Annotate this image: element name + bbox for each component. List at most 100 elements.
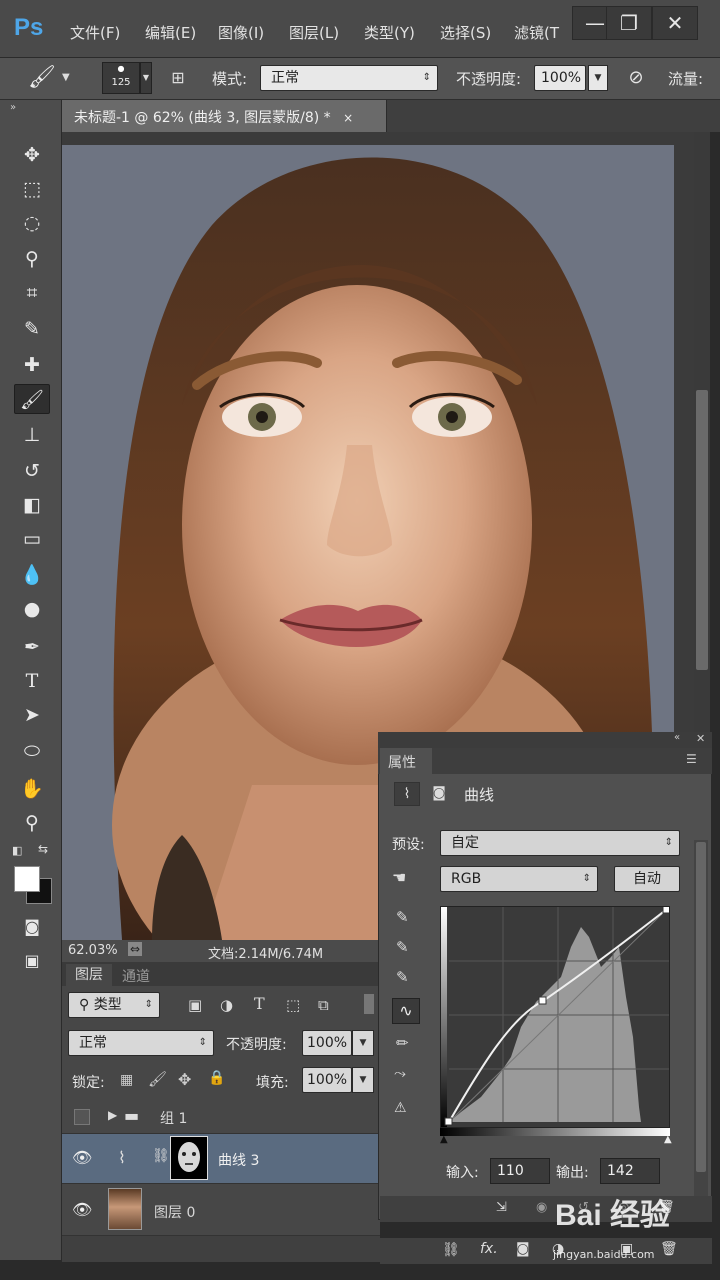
eraser-tool-icon[interactable]: ◧ [14, 490, 50, 520]
menu-type[interactable]: 类型(Y) [364, 22, 415, 43]
layer-row-curves[interactable]: 👁 ⌇ ⛓ 曲线 3 [62, 1134, 380, 1184]
brush-panel-toggle-icon[interactable]: ⊞ [166, 64, 190, 92]
gray-point-eyedropper-icon[interactable]: ✎ [396, 938, 409, 956]
lock-position-icon[interactable]: ✥ [178, 1070, 191, 1089]
lock-all-icon[interactable]: 🔒 [208, 1070, 225, 1086]
path-select-tool-icon[interactable]: ➤ [14, 700, 50, 730]
preset-select[interactable]: 自定 ⇕ [440, 830, 680, 856]
type-tool-icon[interactable]: T [14, 666, 50, 696]
fx-icon[interactable]: fx. [480, 1241, 498, 1257]
foreground-color-swatch[interactable] [14, 866, 40, 892]
zoom-level[interactable]: 62.03% [68, 943, 118, 958]
curve-point-white[interactable] [662, 905, 671, 914]
fill-arrow-icon[interactable]: ▼ [352, 1067, 374, 1093]
layer-filter-select[interactable]: ⚲ 类型 ⇕ [68, 992, 160, 1018]
ellipse-tool-icon[interactable]: ⬭ [14, 736, 50, 766]
maximize-button[interactable]: ❐ [606, 6, 652, 40]
filter-adjustment-icon[interactable]: ◑ [220, 996, 233, 1014]
hand-tool-icon[interactable]: ✋ [14, 774, 50, 804]
healing-brush-tool-icon[interactable]: ✚ [14, 350, 50, 380]
quick-select-tool-icon[interactable]: ⚲ [14, 244, 50, 274]
lock-transparent-icon[interactable]: ▦ [120, 1072, 133, 1088]
collapse-panel-icon[interactable]: » [10, 102, 16, 113]
lock-pixels-icon[interactable]: 🖌 [148, 1070, 167, 1088]
eye-icon[interactable]: 👁 [72, 1148, 92, 1167]
status-menu-icon[interactable]: ⇔ [128, 942, 143, 956]
menu-file[interactable]: 文件(F) [70, 22, 120, 43]
gradient-tool-icon[interactable]: ▭ [14, 524, 50, 554]
curves-graph[interactable] [440, 905, 671, 1128]
close-panel-icon[interactable]: ✕ [696, 732, 705, 745]
black-slider-icon[interactable]: ▲ [440, 1134, 448, 1145]
clip-to-layer-icon[interactable]: ⇲ [496, 1200, 507, 1215]
channel-select[interactable]: RGB ⇕ [440, 866, 598, 892]
layer-opacity-arrow-icon[interactable]: ▼ [352, 1030, 374, 1056]
default-colors-icon[interactable]: ◧ [12, 844, 22, 857]
filter-shape-icon[interactable]: ⬚ [286, 996, 300, 1014]
layer-image-thumbnail[interactable] [108, 1188, 142, 1230]
blend-mode-select[interactable]: 正常 ⇕ [68, 1030, 214, 1056]
add-mask-icon[interactable]: ◙ [516, 1241, 530, 1257]
view-previous-icon[interactable]: ◉ [536, 1200, 547, 1215]
tab-layers[interactable]: 图层 [66, 964, 112, 986]
brush-picker-arrow-icon[interactable]: ▼ [140, 62, 152, 94]
layer-row-group[interactable]: ▶ ▬ 组 1 [62, 1102, 380, 1134]
edit-points-curve-icon[interactable]: ∿ [392, 998, 420, 1024]
opacity-input[interactable]: 100% [534, 65, 586, 91]
layer-mask-thumbnail[interactable] [170, 1136, 208, 1180]
clone-stamp-tool-icon[interactable]: ⊥ [14, 420, 50, 450]
menu-image[interactable]: 图像(I) [218, 22, 264, 43]
visibility-empty-icon[interactable] [74, 1109, 90, 1125]
brush-tool-icon[interactable]: 🖌 [14, 384, 50, 414]
tool-preset-dropdown-arrow-icon[interactable]: ▼ [62, 72, 70, 83]
pressure-opacity-icon[interactable]: ⊘ [622, 64, 650, 92]
close-document-icon[interactable]: × [343, 111, 353, 125]
delete-layer-icon[interactable]: 🗑 [660, 1241, 678, 1257]
zoom-tool-icon[interactable]: ⚲ [14, 808, 50, 838]
opacity-slider-arrow-icon[interactable]: ▼ [588, 65, 608, 91]
filter-toggle-switch[interactable] [364, 994, 374, 1014]
menu-filter[interactable]: 滤镜(T [514, 22, 559, 43]
menu-select[interactable]: 选择(S) [440, 22, 491, 43]
scrollbar-thumb[interactable] [696, 390, 708, 670]
expand-group-icon[interactable]: ▶ [108, 1108, 117, 1122]
smooth-curve-icon[interactable]: ⤳ [394, 1064, 406, 1082]
blur-tool-icon[interactable]: 💧 [14, 560, 50, 590]
output-value-field[interactable]: 142 [600, 1158, 660, 1184]
marquee-tool-icon[interactable]: ⬚ [14, 174, 50, 204]
eye-icon[interactable]: 👁 [72, 1200, 92, 1219]
collapse-icon[interactable]: « [674, 732, 680, 743]
curve-point-selected[interactable] [538, 996, 547, 1005]
move-tool-icon[interactable]: ✥ [14, 140, 50, 170]
input-value-field[interactable]: 110 [490, 1158, 550, 1184]
menu-layer[interactable]: 图层(L) [289, 22, 339, 43]
white-slider-icon[interactable]: ▲ [664, 1134, 672, 1145]
pen-tool-icon[interactable]: ✒ [14, 632, 50, 662]
clipping-warning-icon[interactable]: ⚠ [394, 1100, 407, 1116]
auto-button[interactable]: 自动 [614, 866, 680, 892]
crop-tool-icon[interactable]: ⌗ [14, 278, 50, 308]
properties-panel-grip[interactable]: « ✕ [378, 732, 712, 748]
curves-adjustment-icon[interactable]: ⌇ [394, 782, 420, 806]
tab-properties[interactable]: 属性 [380, 748, 432, 774]
menu-edit[interactable]: 编辑(E) [145, 22, 196, 43]
panel-menu-icon[interactable]: ☰ [686, 752, 697, 766]
black-point-eyedropper-icon[interactable]: ✎ [396, 908, 409, 926]
white-point-eyedropper-icon[interactable]: ✎ [396, 968, 409, 986]
close-window-button[interactable]: ✕ [652, 6, 698, 40]
lasso-tool-icon[interactable]: ◌ [14, 208, 50, 238]
filter-type-icon[interactable]: T [254, 994, 265, 1013]
properties-scrollbar-thumb[interactable] [696, 842, 706, 1172]
history-brush-tool-icon[interactable]: ↺ [14, 456, 50, 486]
draw-curve-pencil-icon[interactable]: ✏ [396, 1034, 409, 1052]
on-image-adjust-hand-icon[interactable]: ☚ [392, 868, 406, 887]
dodge-tool-icon[interactable]: ● [14, 594, 50, 624]
filter-pixel-icon[interactable]: ▣ [188, 996, 202, 1014]
brush-tool-icon[interactable]: 🖌 [22, 64, 62, 92]
layer-opacity-input[interactable]: 100% [302, 1030, 352, 1056]
mask-icon[interactable]: ◙ [426, 782, 452, 806]
eyedropper-tool-icon[interactable]: ✎ [14, 314, 50, 344]
fill-input[interactable]: 100% [302, 1067, 352, 1093]
swap-colors-icon[interactable]: ⇆ [38, 842, 48, 856]
link-layers-icon[interactable]: ⛓ [442, 1242, 460, 1258]
